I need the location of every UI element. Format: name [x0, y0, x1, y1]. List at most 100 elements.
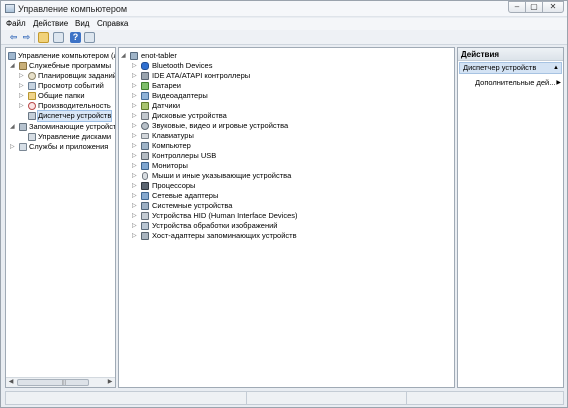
collapsed-arrow-icon[interactable]: ▷	[19, 91, 25, 101]
actions-pane: Действия Диспетчер устройств ▲ Дополните…	[457, 47, 564, 388]
tree-item-tools[interactable]: ◢ Служебные программы	[8, 61, 115, 71]
battery-icon	[141, 82, 149, 90]
help-icon[interactable]: ?	[70, 32, 81, 43]
device-tree[interactable]: ◢ enot-tabler ▷ Bluetooth Devices ▷ IDE …	[118, 47, 455, 388]
actions-section-device-manager[interactable]: Диспетчер устройств ▲	[459, 62, 562, 74]
device-category[interactable]: ▷ Контроллеры USB	[121, 151, 451, 161]
collapsed-arrow-icon[interactable]: ▷	[132, 101, 138, 111]
sensor-icon	[141, 102, 149, 110]
tree-item-event-viewer[interactable]: ▷ Просмотр событий	[8, 81, 115, 91]
computer-management-window: Управление компьютером – ▢ ✕ Файл Действ…	[0, 0, 568, 408]
device-root[interactable]: ◢ enot-tabler	[121, 51, 451, 61]
collapsed-arrow-icon[interactable]: ▷	[132, 61, 138, 71]
device-category[interactable]: ▷ Системные устройства	[121, 201, 451, 211]
menu-action[interactable]: Действие	[33, 19, 68, 28]
collapsed-arrow-icon[interactable]: ▷	[19, 101, 25, 111]
computer-management-icon	[5, 4, 15, 13]
collapsed-arrow-icon[interactable]: ▷	[132, 71, 138, 81]
device-category[interactable]: ▷ IDE ATA/ATAPI контроллеры	[121, 71, 451, 81]
device-category[interactable]: ▷ Процессоры	[121, 181, 451, 191]
collapsed-arrow-icon[interactable]: ▷	[132, 111, 138, 121]
device-category[interactable]: ▷ Звуковые, видео и игровые устройства	[121, 121, 451, 131]
device-category[interactable]: ▷ Мониторы	[121, 161, 451, 171]
forward-arrow-icon[interactable]: ⇨	[21, 32, 32, 43]
shared-folders-icon	[28, 92, 36, 100]
storage-icon	[19, 123, 27, 131]
tools-icon	[19, 62, 27, 70]
horizontal-scrollbar[interactable]: ◀ ||| ▶	[6, 377, 115, 387]
device-category[interactable]: ▷ Датчики	[121, 101, 451, 111]
tree-item-device-manager[interactable]: Диспетчер устройств	[8, 110, 115, 122]
tree-item-shared-folders[interactable]: ▷ Общие папки	[8, 91, 115, 101]
device-category[interactable]: ▷ Компьютер	[121, 141, 451, 151]
collapsed-arrow-icon[interactable]: ▷	[132, 181, 138, 191]
collapse-arrow-icon[interactable]: ▲	[553, 63, 559, 73]
collapsed-arrow-icon[interactable]: ▷	[19, 71, 25, 81]
menu-view[interactable]: Вид	[75, 19, 89, 28]
storage-controller-icon	[141, 232, 149, 240]
collapsed-arrow-icon[interactable]: ▷	[132, 151, 138, 161]
expanded-arrow-icon[interactable]: ◢	[121, 51, 127, 61]
more-actions-label: Дополнительные дей...	[475, 78, 556, 87]
up-folder-icon[interactable]	[38, 32, 49, 43]
task-scheduler-icon	[28, 72, 36, 80]
computer-management-icon	[8, 52, 16, 60]
more-actions-link[interactable]: Дополнительные дей... ▶	[475, 78, 561, 88]
disk-drive-icon	[141, 112, 149, 120]
device-category[interactable]: ▷ Bluetooth Devices	[121, 61, 451, 71]
collapsed-arrow-icon[interactable]: ▷	[132, 131, 138, 141]
collapsed-arrow-icon[interactable]: ▷	[132, 81, 138, 91]
maximize-button[interactable]: ▢	[525, 1, 543, 13]
back-arrow-icon[interactable]: ⇦	[8, 32, 19, 43]
title-bar[interactable]: Управление компьютером – ▢ ✕	[1, 1, 567, 17]
show-hide-tree-icon[interactable]	[53, 32, 64, 43]
menu-help[interactable]: Справка	[97, 19, 128, 28]
expanded-arrow-icon[interactable]: ◢	[10, 122, 16, 132]
collapsed-arrow-icon[interactable]: ▷	[132, 221, 138, 231]
collapsed-arrow-icon[interactable]: ▷	[132, 211, 138, 221]
collapsed-arrow-icon[interactable]: ▷	[10, 142, 16, 152]
tree-item-performance[interactable]: ▷ Производительность	[8, 101, 115, 111]
actions-section-label: Диспетчер устройств	[463, 63, 537, 72]
toolbar: ⇦ ⇨ ?	[1, 30, 567, 45]
tree-item-storage[interactable]: ◢ Запоминающие устройств	[8, 122, 115, 132]
collapsed-arrow-icon[interactable]: ▷	[132, 121, 138, 131]
expanded-arrow-icon[interactable]: ◢	[10, 61, 16, 71]
collapsed-arrow-icon[interactable]: ▷	[19, 81, 25, 91]
device-category[interactable]: ▷ Устройства обработки изображений	[121, 221, 451, 231]
scroll-left-icon[interactable]: ◀	[7, 379, 15, 386]
navigation-tree[interactable]: Управление компьютером (л ◢ Служебные пр…	[5, 47, 116, 388]
menu-bar: Файл Действие Вид Справка	[1, 18, 567, 30]
device-category[interactable]: ▷ Мыши и иные указывающие устройства	[121, 171, 451, 181]
bluetooth-icon	[141, 62, 149, 70]
properties-icon[interactable]	[84, 32, 95, 43]
monitor-icon	[141, 162, 149, 170]
device-category[interactable]: ▷ Видеоадаптеры	[121, 91, 451, 101]
collapsed-arrow-icon[interactable]: ▷	[132, 141, 138, 151]
tree-root[interactable]: Управление компьютером (л	[8, 51, 115, 61]
collapsed-arrow-icon[interactable]: ▷	[132, 91, 138, 101]
minimize-button[interactable]: –	[508, 1, 526, 13]
processor-icon	[141, 182, 149, 190]
scrollbar-thumb[interactable]: |||	[17, 379, 89, 386]
tree-item-task-scheduler[interactable]: ▷ Планировщик заданий	[8, 71, 115, 81]
device-category[interactable]: ▷ Дисковые устройства	[121, 111, 451, 121]
device-category[interactable]: ▷ Сетевые адаптеры	[121, 191, 451, 201]
scroll-right-icon[interactable]: ▶	[106, 379, 114, 386]
device-category[interactable]: ▷ Хост-адаптеры запоминающих устройств	[121, 231, 451, 241]
event-viewer-icon	[28, 82, 36, 90]
device-category[interactable]: ▷ Клавиатуры	[121, 131, 451, 141]
collapsed-arrow-icon[interactable]: ▷	[132, 171, 138, 181]
collapsed-arrow-icon[interactable]: ▷	[132, 231, 138, 241]
collapsed-arrow-icon[interactable]: ▷	[132, 161, 138, 171]
device-category[interactable]: ▷ Батареи	[121, 81, 451, 91]
tree-item-disk-management[interactable]: Управление дисками	[8, 132, 115, 142]
collapsed-arrow-icon[interactable]: ▷	[132, 201, 138, 211]
tree-item-services[interactable]: ▷ Службы и приложения	[8, 142, 115, 152]
collapsed-arrow-icon[interactable]: ▷	[132, 191, 138, 201]
menu-file[interactable]: Файл	[6, 19, 26, 28]
services-icon	[19, 143, 27, 151]
device-category[interactable]: ▷ Устройства HID (Human Interface Device…	[121, 211, 451, 221]
status-bar	[5, 391, 564, 405]
close-button[interactable]: ✕	[542, 1, 564, 13]
